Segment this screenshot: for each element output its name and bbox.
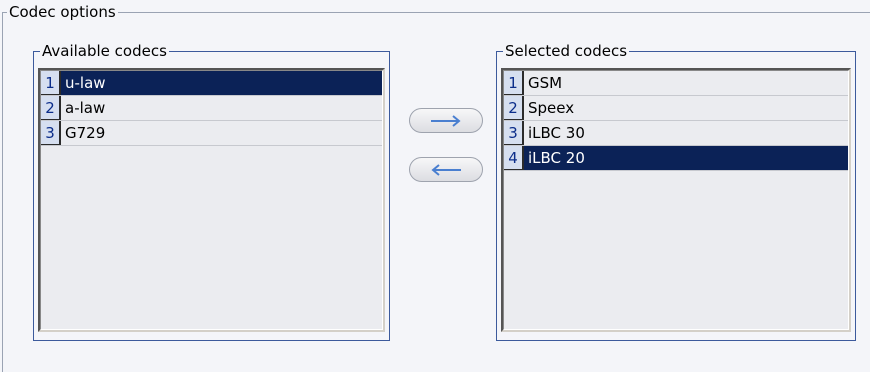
selected-codecs-group: Selected codecs 1 GSM 2 Speex 3 iLBC 30 … bbox=[496, 43, 856, 341]
available-codec-row[interactable]: 3 G729 bbox=[41, 121, 382, 146]
codec-options-title: Codec options bbox=[7, 3, 118, 21]
row-number: 4 bbox=[504, 146, 524, 170]
add-codec-button[interactable] bbox=[409, 108, 483, 133]
codec-label: Speex bbox=[528, 99, 575, 117]
row-number: 1 bbox=[41, 71, 61, 95]
selected-codec-row[interactable]: 3 iLBC 30 bbox=[504, 121, 848, 146]
arrow-right-icon bbox=[431, 114, 461, 127]
codec-label: G729 bbox=[65, 124, 106, 142]
row-number: 3 bbox=[41, 121, 61, 145]
row-number: 1 bbox=[504, 71, 524, 95]
selected-codec-row[interactable]: 1 GSM bbox=[504, 71, 848, 96]
available-codecs-list[interactable]: 1 u-law 2 a-law 3 G729 bbox=[38, 68, 385, 332]
codec-label: a-law bbox=[65, 99, 106, 117]
row-number: 2 bbox=[41, 96, 61, 120]
remove-codec-button[interactable] bbox=[409, 157, 483, 182]
codec-label: iLBC 30 bbox=[528, 124, 585, 142]
codec-label: u-law bbox=[61, 71, 382, 95]
available-codec-row[interactable]: 2 a-law bbox=[41, 96, 382, 121]
available-codecs-title: Available codecs bbox=[40, 42, 169, 60]
selected-codecs-list[interactable]: 1 GSM 2 Speex 3 iLBC 30 4 iLBC 20 bbox=[501, 68, 851, 332]
arrow-left-icon bbox=[431, 163, 461, 176]
row-number: 3 bbox=[504, 121, 524, 145]
codec-label: GSM bbox=[528, 74, 563, 92]
selected-codec-row[interactable]: 4 iLBC 20 bbox=[504, 146, 848, 171]
available-codec-row[interactable]: 1 u-law bbox=[41, 71, 382, 96]
available-codecs-group: Available codecs 1 u-law 2 a-law 3 G729 bbox=[33, 43, 390, 341]
codec-label: iLBC 20 bbox=[524, 146, 848, 170]
selected-codecs-title: Selected codecs bbox=[503, 42, 630, 60]
row-number: 2 bbox=[504, 96, 524, 120]
selected-codec-row[interactable]: 2 Speex bbox=[504, 96, 848, 121]
